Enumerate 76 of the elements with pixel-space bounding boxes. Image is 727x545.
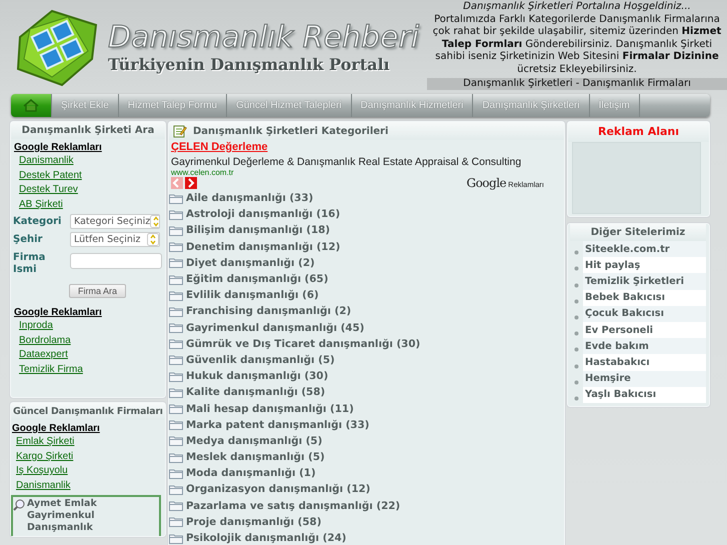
next-arrow-button[interactable] xyxy=(185,176,197,188)
logo-subtitle: Türkiyenin Danışmanlık Portalı xyxy=(108,54,391,74)
magnifier-icon xyxy=(13,499,25,511)
category-link[interactable]: Mali hesap danışmanlığı (11) xyxy=(169,400,564,417)
ad-link[interactable]: Emlak Şirketi xyxy=(16,435,74,448)
notepad-icon xyxy=(173,124,187,138)
bullet-icon xyxy=(574,298,579,304)
bullet-icon xyxy=(574,396,579,401)
bullet-icon xyxy=(574,380,579,385)
search-button[interactable]: Firma Ara xyxy=(69,284,126,298)
bullet-icon xyxy=(574,364,579,368)
ads-heading: Google Reklamları xyxy=(14,142,103,153)
panel-title: Danışmanlık Şirketi Ara xyxy=(11,122,165,139)
ad-link[interactable]: Temizlik Firma xyxy=(19,362,83,376)
bullet-icon xyxy=(574,331,579,336)
category-link[interactable]: Medya danışmanlığı (5) xyxy=(169,432,564,449)
panel-title: Güncel Danışmanlık Firmaları xyxy=(11,403,165,420)
category-link[interactable]: Marka patent danışmanlığı (33) xyxy=(169,416,564,433)
firm-link[interactable]: Aymet Emlak Gayrimenkul Danışmanlık xyxy=(27,498,159,534)
category-link[interactable]: Hukuk danışmanlığı (30) xyxy=(169,368,564,384)
dropdown[interactable]: Kategori Seçiniz xyxy=(70,214,160,229)
category-link[interactable]: Bilişim danışmanlığı (18) xyxy=(169,222,564,239)
category-link[interactable]: Denetim danışmanlığı (12) xyxy=(169,238,564,255)
field-label: Firma Ismi xyxy=(13,252,46,276)
google-logo-text: Google xyxy=(466,176,506,190)
category-link[interactable]: Gayrimenkul danışmanlığı (45) xyxy=(169,320,564,336)
category-link[interactable]: Organizasyon danışmanlığı (12) xyxy=(169,481,564,498)
ad-link[interactable]: AB Şirketi xyxy=(19,198,63,211)
panel-title: Danışmanlık Şirketleri Kategorileri xyxy=(193,126,388,136)
category-link[interactable]: Psikolojik danışmanlığı (24) xyxy=(169,530,564,545)
category-link[interactable]: Pazarlama ve satış danışmanlığı (22) xyxy=(169,498,564,514)
field-label: Kategori xyxy=(13,216,62,228)
bullet-icon xyxy=(574,266,579,272)
dropdown[interactable]: Lütfen Seçiniz xyxy=(70,232,160,247)
ad-link[interactable]: Danismanlik xyxy=(19,154,74,168)
bullet-icon xyxy=(574,282,579,288)
welcome-text: Danışmanlık Şirketleri Portalına Hoşgeldiniz... xyxy=(462,1,692,14)
ad-link[interactable]: Danismanlik xyxy=(16,478,70,492)
category-link[interactable]: Diyet danışmanlığı (2) xyxy=(169,254,564,271)
field-label: Şehir xyxy=(13,234,44,246)
category-link[interactable]: Moda danışmanlığı (1) xyxy=(169,465,564,482)
spinner-icon xyxy=(147,233,159,246)
ad-link[interactable]: Iş Koşuyolu xyxy=(16,464,68,478)
ad-title-link[interactable]: ÇELEN Değerleme xyxy=(171,141,562,153)
tagline-text: Danışmanlık Şirketleri - Danışmanlık Firmaları xyxy=(427,78,727,90)
intro-text: Portalımızda Farklı Kategorilerde Danışmanlık Firmalarına çok rahat bir şekilde ulaşabilir, sitemiz üzerinden Hizmet Talep Formları Gönderebilirsiniz. Danışmanlık Şirketi sahibi iseniz Şirketinizin Web Sitesini Firmalar Dizinine ücretsiz Ekleyebilirsiniz. xyxy=(432,14,722,77)
ad-link[interactable]: Destek Patent xyxy=(19,168,82,182)
ads-heading: Google Reklamları xyxy=(12,423,101,434)
panel-title: Reklam Alanı xyxy=(568,122,709,142)
ad-link[interactable]: Kargo Şirketi xyxy=(16,450,74,463)
home-icon xyxy=(23,99,39,112)
panel-title: Diğer Sitelerimiz xyxy=(570,224,706,241)
home-tab[interactable] xyxy=(11,94,52,117)
spinner-icon xyxy=(150,215,159,228)
input-field[interactable] xyxy=(70,253,162,269)
category-link[interactable]: Proje danışmanlığı (58) xyxy=(169,514,564,530)
ad-link[interactable]: Dataexpert xyxy=(19,348,68,362)
bullet-icon xyxy=(574,347,579,352)
category-link[interactable]: Franchising danışmanlığı (2) xyxy=(169,303,564,320)
category-link[interactable]: Aile danışmanlığı (33) xyxy=(169,190,564,206)
category-link[interactable]: Gümrük ve Dış Ticaret danışmanlığı (30) xyxy=(169,336,564,352)
category-link[interactable]: Astroloji danışmanlığı (16) xyxy=(169,206,564,222)
category-link[interactable]: Eğitim danışmanlığı (65) xyxy=(169,270,564,288)
ad-text: Gayrimenkul Değerleme & Danışmanlık Real Estate Appraisal & Consulting xyxy=(171,156,522,168)
ad-link[interactable]: Destek Turev xyxy=(19,183,78,196)
ad-url[interactable]: www.celen.com.tr xyxy=(171,168,562,176)
logo-title: Danısmanlık Rehberi xyxy=(108,20,420,54)
category-link[interactable]: Evlilik danışmanlığı (6) xyxy=(169,287,564,304)
bullet-icon xyxy=(574,250,579,256)
category-link[interactable]: Güvenlik danışmanlığı (5) xyxy=(169,352,564,368)
category-link[interactable]: Kalite danışmanlığı (58) xyxy=(169,384,564,400)
ads-heading: Google Reklamları xyxy=(14,307,103,318)
ad-link[interactable]: Bordrolama xyxy=(19,334,71,347)
ad-link[interactable]: Inproda xyxy=(19,319,53,332)
category-link[interactable]: Meslek danışmanlığı (5) xyxy=(169,449,564,466)
bullet-icon xyxy=(574,314,579,320)
